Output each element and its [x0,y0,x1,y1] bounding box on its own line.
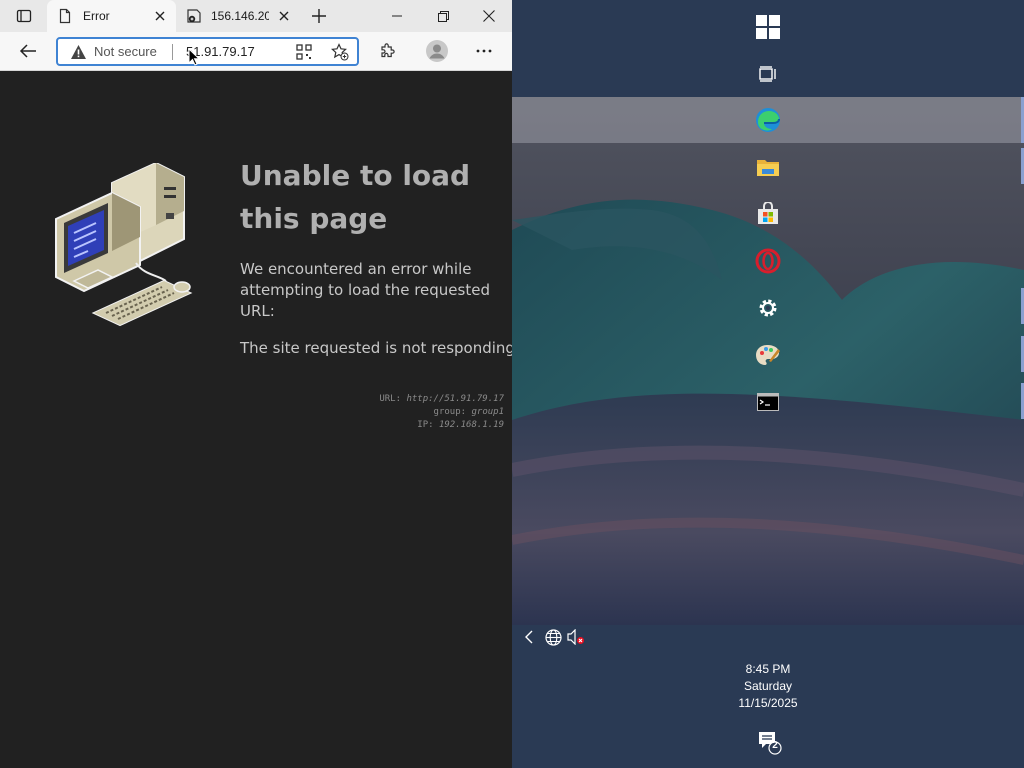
tab-actions-button[interactable] [8,4,40,28]
arrow-left-icon [19,44,36,58]
site-icon [186,8,202,24]
error-detail: The site requested is not responding [240,339,512,357]
taskbar-clock[interactable]: 8:45 PM Saturday 11/15/2025 [722,661,814,712]
more-icon [476,49,492,53]
browser-toolbar: Not secure 51.91.79.17 [0,32,512,71]
page-content: Unable to load this page We encountered … [0,71,512,768]
clock-day: Saturday [743,679,793,693]
new-tab-button[interactable] [306,4,332,28]
taskbar-edge[interactable] [754,106,782,134]
close-window-button[interactable] [466,0,512,32]
profile-button[interactable] [422,36,452,66]
task-view-icon [759,66,776,82]
minimize-icon [392,15,402,17]
task-view-button[interactable] [754,60,782,88]
globe-icon [544,628,562,646]
notification-count: 2 [772,740,778,751]
close-icon [279,11,289,21]
opera-icon [755,248,781,274]
browser-window: Error 156.146.20 Not secure 51.91.79.17 … [0,0,512,768]
meta-url-row: URL: http://51.91.79.17 [379,393,504,406]
meta-ip-label: IP: [417,420,434,430]
close-icon [483,10,495,22]
page-icon [57,8,73,24]
security-label[interactable]: Not secure [94,44,157,59]
edge-icon [756,108,780,132]
start-button[interactable] [754,13,782,41]
close-tab-button[interactable] [276,8,292,24]
mouse-cursor-icon [188,48,200,66]
tab-label: 156.146.20 [211,9,269,23]
taskbar-file-explorer[interactable] [754,153,782,181]
minimize-button[interactable] [374,0,420,32]
puzzle-icon [381,43,395,58]
close-tab-button[interactable] [152,8,168,24]
store-icon [758,202,778,224]
meta-group-label: group: [433,407,467,417]
speaker-muted-icon [567,629,584,645]
taskbar-settings[interactable] [754,294,782,322]
taskbar-opera[interactable] [754,247,782,275]
taskbar-store[interactable] [754,200,782,228]
close-icon [155,11,165,21]
tab-site[interactable]: 156.146.20 [178,0,300,32]
clock-time: 8:45 PM [745,662,791,676]
address-separator [172,44,173,60]
computer-illustration-icon [55,163,193,327]
title-bar: Error 156.146.20 [0,0,512,32]
error-message: We encountered an error while attempting… [240,260,490,320]
taskbar-terminal[interactable] [754,388,782,416]
add-favorite-icon[interactable] [331,43,349,61]
windows-logo-icon [756,15,780,39]
meta-url-label: URL: [379,394,402,404]
action-center-button[interactable]: 2 [756,729,782,755]
avatar-icon [426,40,448,62]
chevron-left-icon [525,630,533,644]
meta-ip-value: 192.168.1.19 [438,420,504,430]
palette-icon [756,345,780,365]
network-button[interactable] [544,628,562,646]
meta-ip-row: IP: 192.168.1.19 [379,419,504,432]
terminal-icon [757,393,779,411]
show-hidden-icons-button[interactable] [520,628,538,646]
error-title: Unable to load this page [240,159,471,235]
meta-group-value: group1 [471,407,504,417]
gear-icon [759,299,777,317]
extensions-button[interactable] [372,36,402,66]
meta-group-row: group: group1 [379,406,504,419]
back-button[interactable] [13,36,43,66]
meta-url-value: http://51.91.79.17 [406,394,504,404]
restore-button[interactable] [420,0,466,32]
more-options-button[interactable] [469,36,499,66]
desktop: 8:45 PM Saturday 11/15/2025 2 [512,0,1024,768]
error-metadata: URL: http://51.91.79.17 group: group1 IP… [379,393,504,432]
tab-error[interactable]: Error [47,0,176,32]
taskbar-paint[interactable] [754,341,782,369]
warning-icon [70,44,86,60]
restore-icon [437,10,449,22]
folder-icon [757,160,779,176]
volume-button[interactable] [567,628,585,646]
address-bar[interactable]: Not secure 51.91.79.17 [56,37,359,66]
qr-code-icon[interactable] [295,43,313,61]
clock-date: 11/15/2025 [738,696,798,710]
tab-actions-icon [16,9,32,23]
plus-icon [312,9,326,23]
tab-label: Error [83,9,110,23]
